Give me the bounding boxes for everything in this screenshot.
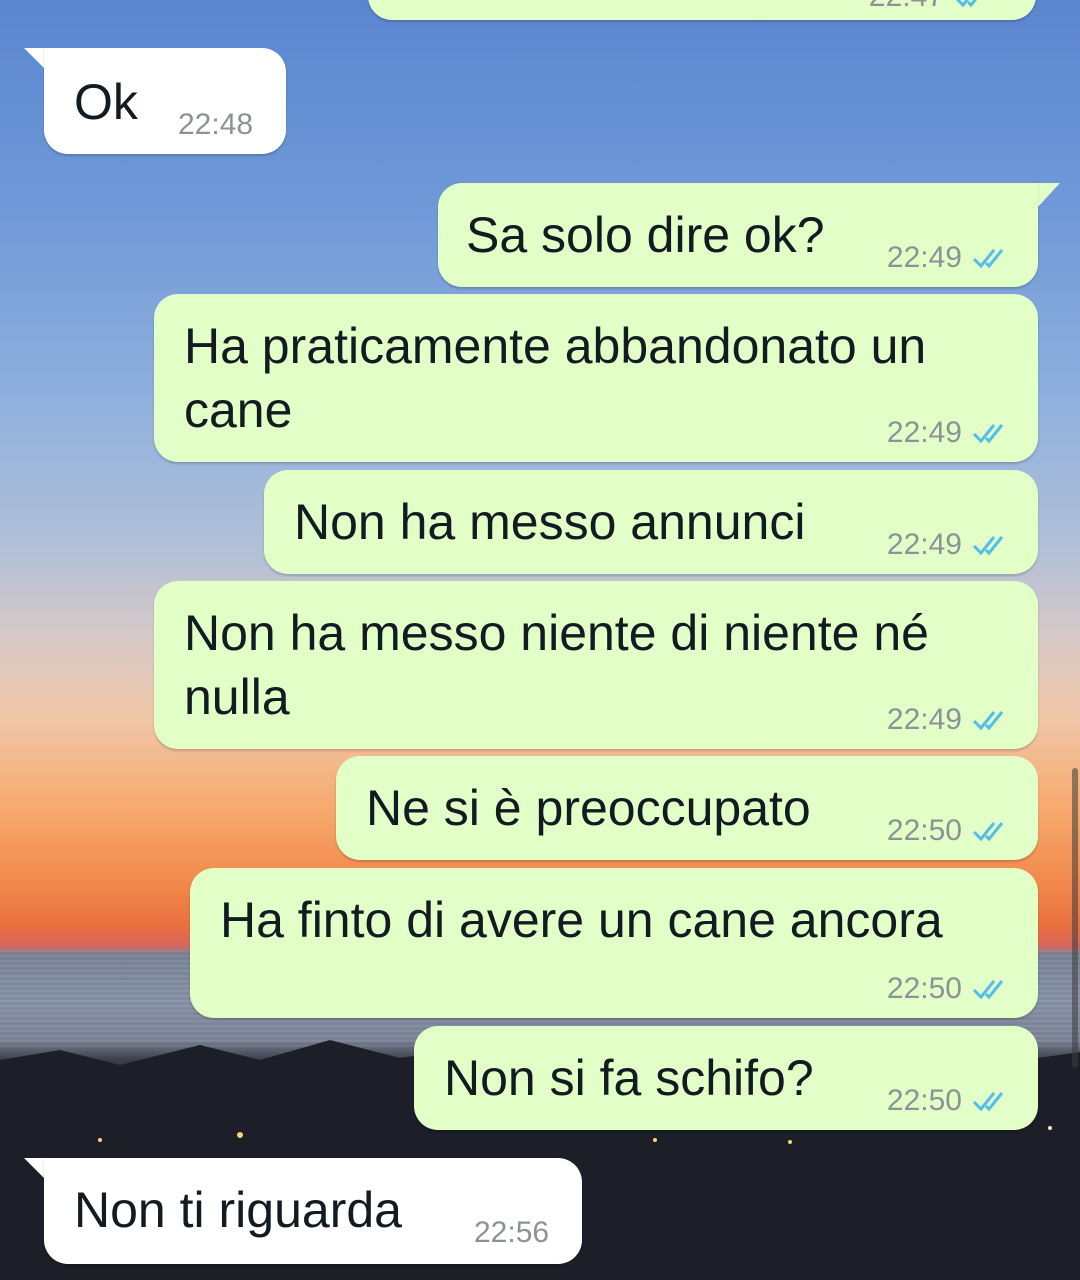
double-check-icon — [972, 980, 1004, 1000]
message-time: 22:49 — [886, 528, 962, 561]
message-bubble-incoming[interactable]: Ok 22:48 — [44, 48, 286, 154]
message-time: 22:48 — [178, 108, 254, 141]
double-check-icon — [972, 536, 1004, 556]
message-meta: 22:50 — [887, 1084, 1014, 1118]
double-check-icon — [972, 1092, 1004, 1112]
message-time: 22:50 — [886, 1084, 962, 1117]
bubble-tail — [1036, 183, 1060, 209]
message-meta: 22:50 — [887, 814, 1014, 848]
message-time: 22:49 — [886, 703, 962, 736]
message-time: 22:49 — [886, 241, 962, 274]
message-text: Non si fa schifo? — [444, 1050, 814, 1106]
message-meta: 22:56 — [474, 1216, 549, 1250]
message-text: Ha finto di avere un cane ancora — [220, 892, 943, 948]
message-text-line: Non ha messo niente di niente né — [184, 605, 929, 661]
message-meta: 22:48 — [178, 108, 253, 142]
message-time: 22:56 — [474, 1216, 550, 1249]
message-text: Sa solo dire ok? — [466, 207, 825, 263]
message-meta: 22:49 — [887, 241, 1014, 275]
message-bubble-outgoing[interactable]: 22:47 — [368, 0, 1036, 20]
message-bubble-outgoing[interactable]: Non si fa schifo? 22:50 — [414, 1026, 1038, 1130]
double-check-icon — [972, 711, 1004, 731]
message-bubble-outgoing[interactable]: Ha finto di avere un cane ancora 22:50 — [190, 868, 1038, 1018]
message-bubble-outgoing[interactable]: Sa solo dire ok? 22:49 — [438, 183, 1038, 287]
message-time: 22:47 — [869, 0, 944, 14]
message-bubble-outgoing[interactable]: Non ha messo annunci 22:49 — [264, 470, 1038, 574]
message-text: Non ti riguarda — [74, 1182, 402, 1238]
message-text: Non ha messo annunci — [294, 494, 806, 550]
message-bubble-outgoing[interactable]: Non ha messo niente di niente né nulla 2… — [154, 581, 1038, 749]
message-time: 22:50 — [886, 972, 962, 1005]
message-text-line: cane — [184, 382, 293, 438]
message-meta: 22:47 — [869, 0, 996, 14]
message-meta: 22:49 — [887, 703, 1014, 737]
message-meta: 22:49 — [887, 416, 1014, 450]
message-bubble-outgoing[interactable]: Ne si è preoccupato 22:50 — [336, 756, 1038, 860]
chat-scrollbar[interactable] — [1072, 768, 1078, 1068]
message-bubble-incoming[interactable]: Non ti riguarda 22:56 — [44, 1158, 582, 1264]
message-text-line: nulla — [184, 669, 290, 725]
double-check-icon — [972, 822, 1004, 842]
message-time: 22:49 — [886, 416, 962, 449]
message-text-line: Ha praticamente abbandonato un — [184, 318, 927, 374]
message-meta: 22:49 — [887, 528, 1014, 562]
message-time: 22:50 — [886, 814, 962, 847]
double-check-icon — [972, 249, 1004, 269]
message-meta: 22:50 — [887, 972, 1014, 1006]
double-check-icon — [955, 0, 977, 8]
message-bubble-outgoing[interactable]: Ha praticamente abbandonato un cane 22:4… — [154, 294, 1038, 462]
message-text: Ne si è preoccupato — [366, 780, 811, 836]
message-text: Ok — [74, 74, 138, 130]
double-check-icon — [972, 424, 1004, 444]
